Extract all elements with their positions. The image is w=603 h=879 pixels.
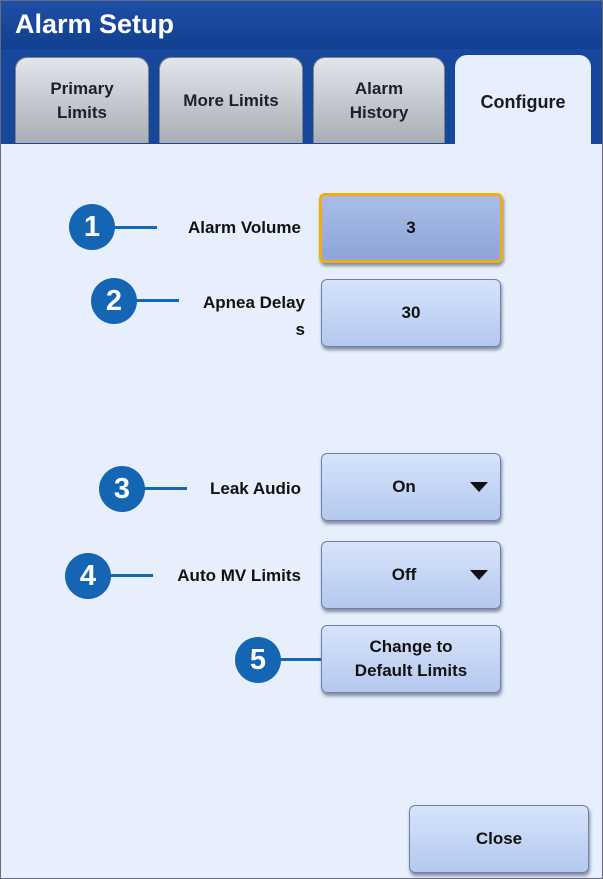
alarm-setup-window: Alarm Setup Primary Limits More Limits A… (0, 0, 603, 879)
alarm-volume-button[interactable]: 3 (319, 193, 503, 263)
callout-leader-5 (279, 658, 323, 661)
tab-alarm-history[interactable]: Alarm History (313, 57, 445, 143)
callout-badge-3: 3 (99, 466, 145, 512)
callout-leader-2 (135, 299, 179, 302)
callout-leader-3 (143, 487, 187, 490)
leak-audio-dropdown[interactable]: On (321, 453, 501, 521)
callout-leader-4 (109, 574, 153, 577)
callout-badge-4: 4 (65, 553, 111, 599)
callout-leader-1 (113, 226, 157, 229)
tab-primary-limits[interactable]: Primary Limits (15, 57, 149, 143)
auto-mv-limits-dropdown[interactable]: Off (321, 541, 501, 609)
alarm-volume-label: Alarm Volume (187, 218, 301, 237)
tab-more-limits[interactable]: More Limits (159, 57, 303, 143)
apnea-delay-button[interactable]: 30 (321, 279, 501, 347)
callout-badge-2: 2 (91, 278, 137, 324)
apnea-delay-label: Apnea Delay s (202, 293, 305, 339)
title-bar: Alarm Setup (1, 1, 602, 49)
callout-badge-5: 5 (235, 637, 281, 683)
tab-configure[interactable]: Configure (455, 55, 591, 147)
window-title: Alarm Setup (15, 9, 175, 39)
callout-badge-1: 1 (69, 204, 115, 250)
close-button[interactable]: Close (409, 805, 589, 873)
change-to-default-limits-button[interactable]: Change to Default Limits (321, 625, 501, 693)
dropdown-arrow-icon (470, 482, 488, 492)
leak-audio-label: Leak Audio (210, 479, 301, 498)
auto-mv-limits-label: Auto MV Limits (177, 566, 301, 585)
dropdown-arrow-icon (470, 570, 488, 580)
